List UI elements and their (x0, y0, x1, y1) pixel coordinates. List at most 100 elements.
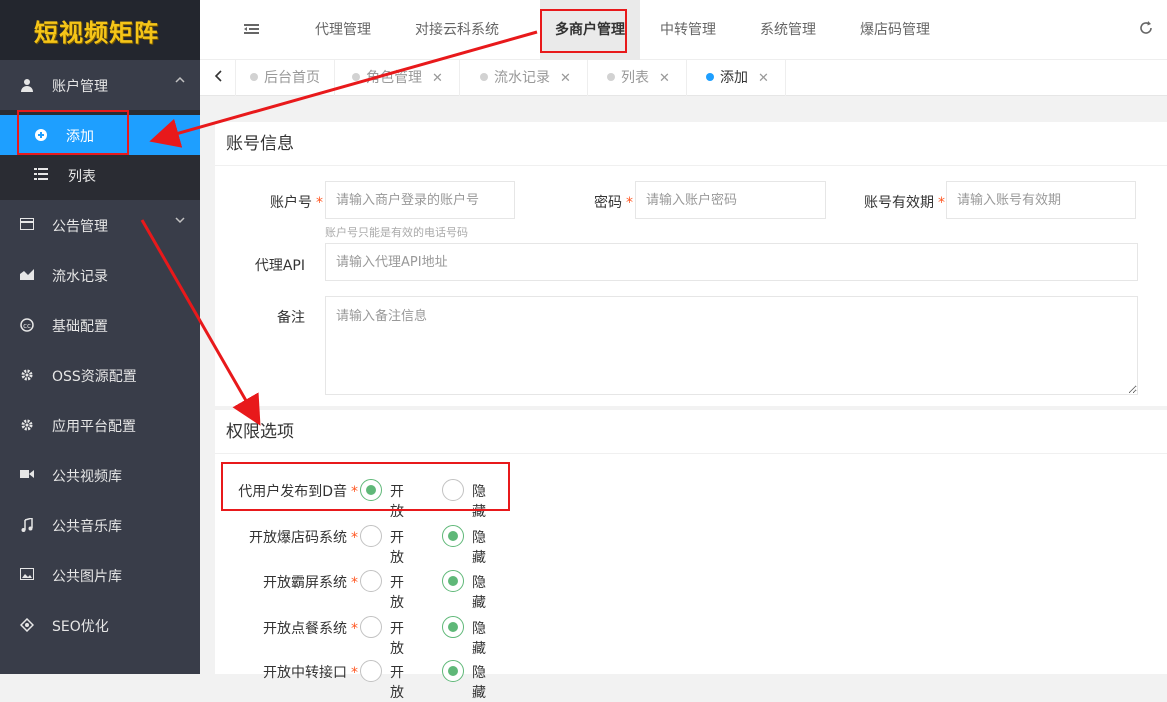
sidebar-item-account[interactable]: 账户管理 (0, 60, 200, 110)
tabs-prev-button[interactable] (200, 60, 236, 96)
radio-open[interactable] (360, 570, 382, 592)
sidebar-subnav: 添加 列表 (0, 110, 200, 200)
sidebar-item-notice[interactable]: 公告管理 (0, 200, 200, 250)
card-icon (20, 218, 34, 232)
sidebar-item-label: OSS资源配置 (52, 369, 137, 385)
video-icon (20, 468, 34, 482)
tab-label: 后台首页 (264, 70, 320, 86)
topnav-multi-merchant[interactable]: 多商户管理 (540, 0, 640, 60)
tab-label: 列表 (621, 70, 649, 86)
radio-hide[interactable] (442, 570, 464, 592)
close-icon[interactable]: ✕ (560, 71, 571, 86)
user-icon (20, 78, 34, 92)
note-label: 备注 (277, 310, 305, 326)
sidebar-item-label: SEO优化 (52, 619, 109, 635)
topnav-qrcode[interactable]: 爆店码管理 (860, 0, 930, 60)
sidebar-item-music[interactable]: 公共音乐库 (0, 500, 200, 550)
sidebar-item-label: 公共图片库 (52, 569, 122, 585)
tab-add[interactable]: 添加 ✕ (690, 60, 786, 96)
sidebar-item-label: 添加 (66, 129, 94, 145)
permission-label: 开放点餐系统 * (263, 621, 358, 637)
radio-hide[interactable] (442, 525, 464, 547)
radio-open[interactable] (360, 616, 382, 638)
tab-dot (250, 73, 258, 81)
close-icon[interactable]: ✕ (659, 71, 670, 86)
tab-flow[interactable]: 流水记录 ✕ (464, 60, 588, 96)
sidebar-item-label: 公共视频库 (52, 469, 122, 485)
sidebar-item-video[interactable]: 公共视频库 (0, 450, 200, 500)
sidebar-item-label: 公共音乐库 (52, 519, 122, 535)
topnav-agent[interactable]: 代理管理 (315, 0, 371, 60)
api-input[interactable] (325, 243, 1138, 281)
list-icon (34, 168, 48, 182)
image-icon (20, 568, 34, 582)
sidebar-item-label: 公告管理 (52, 219, 108, 235)
expire-input[interactable] (946, 181, 1136, 219)
radio-hide-label: 隐藏 (472, 530, 486, 566)
account-input[interactable] (325, 181, 515, 219)
password-input[interactable] (635, 181, 826, 219)
plus-circle-icon (34, 128, 48, 142)
account-info-card: 账号信息 账户号* 账户号只能是有效的电话号码 密码* 账号有效期* 代理API… (215, 122, 1167, 406)
tab-list[interactable]: 列表 ✕ (591, 60, 687, 96)
sidebar-item-list[interactable]: 列表 (0, 155, 200, 195)
sidebar-item-add[interactable]: 添加 (0, 115, 200, 155)
sidebar-item-label: 列表 (68, 169, 96, 185)
topnav-transfer[interactable]: 中转管理 (660, 0, 716, 60)
radio-hide-label: 隐藏 (472, 575, 486, 611)
area-chart-icon (20, 268, 34, 282)
page-tabs: 后台首页 角色管理 ✕ 流水记录 ✕ 列表 ✕ 添加 ✕ (200, 60, 1167, 96)
tab-home[interactable]: 后台首页 (236, 60, 335, 96)
sidebar-item-basic[interactable]: cc 基础配置 (0, 300, 200, 350)
tab-dot (480, 73, 488, 81)
gear-icon (20, 418, 34, 432)
permission-label: 代用户发布到D音 * (238, 484, 358, 500)
sidebar-item-flow[interactable]: 流水记录 (0, 250, 200, 300)
radio-open-label: 开放 (390, 484, 404, 520)
top-navbar: 代理管理 对接云科系统 多商户管理 中转管理 系统管理 爆店码管理 (200, 0, 1167, 60)
gear-icon (20, 368, 34, 382)
note-textarea[interactable] (325, 296, 1138, 395)
tab-label: 流水记录 (494, 70, 550, 86)
topnav-yunke[interactable]: 对接云科系统 (415, 0, 499, 60)
sidebar-item-seo[interactable]: SEO优化 (0, 600, 200, 650)
refresh-icon[interactable] (1139, 20, 1153, 39)
svg-text:cc: cc (23, 322, 31, 330)
tab-label: 添加 (720, 70, 748, 86)
topnav-system[interactable]: 系统管理 (760, 0, 816, 60)
network-icon (19, 617, 35, 633)
tab-dot (352, 73, 360, 81)
tab-dot (607, 73, 615, 81)
close-icon[interactable]: ✕ (432, 71, 443, 86)
chevron-up-icon (174, 74, 186, 89)
radio-hide[interactable] (442, 479, 464, 501)
tab-roles[interactable]: 角色管理 ✕ (336, 60, 460, 96)
radio-open-label: 开放 (390, 665, 404, 701)
music-icon (20, 517, 34, 532)
radio-open-label: 开放 (390, 621, 404, 657)
radio-open[interactable] (360, 525, 382, 547)
sidebar-item-image[interactable]: 公共图片库 (0, 550, 200, 600)
sidebar-item-label: 应用平台配置 (52, 419, 136, 435)
radio-hide[interactable] (442, 616, 464, 638)
radio-open[interactable] (360, 479, 382, 501)
radio-hide[interactable] (442, 660, 464, 682)
radio-open-label: 开放 (390, 530, 404, 566)
cc-icon: cc (20, 318, 34, 332)
radio-open[interactable] (360, 660, 382, 682)
permission-label: 开放霸屏系统 * (263, 575, 358, 591)
menu-toggle-icon[interactable] (244, 22, 260, 38)
chevron-down-icon (174, 214, 186, 229)
chevron-left-icon (214, 70, 222, 82)
tab-dot (706, 73, 714, 81)
close-icon[interactable]: ✕ (758, 71, 769, 86)
permission-label: 开放中转接口 * (263, 665, 358, 681)
sidebar-item-label: 账户管理 (52, 79, 108, 95)
radio-hide-label: 隐藏 (472, 665, 486, 701)
expire-label: 账号有效期 * (864, 195, 945, 211)
account-label: 账户号 * (270, 195, 323, 211)
radio-open-label: 开放 (390, 575, 404, 611)
sidebar-item-oss[interactable]: OSS资源配置 (0, 350, 200, 400)
sidebar-item-label: 基础配置 (52, 319, 108, 335)
sidebar-item-platform[interactable]: 应用平台配置 (0, 400, 200, 450)
